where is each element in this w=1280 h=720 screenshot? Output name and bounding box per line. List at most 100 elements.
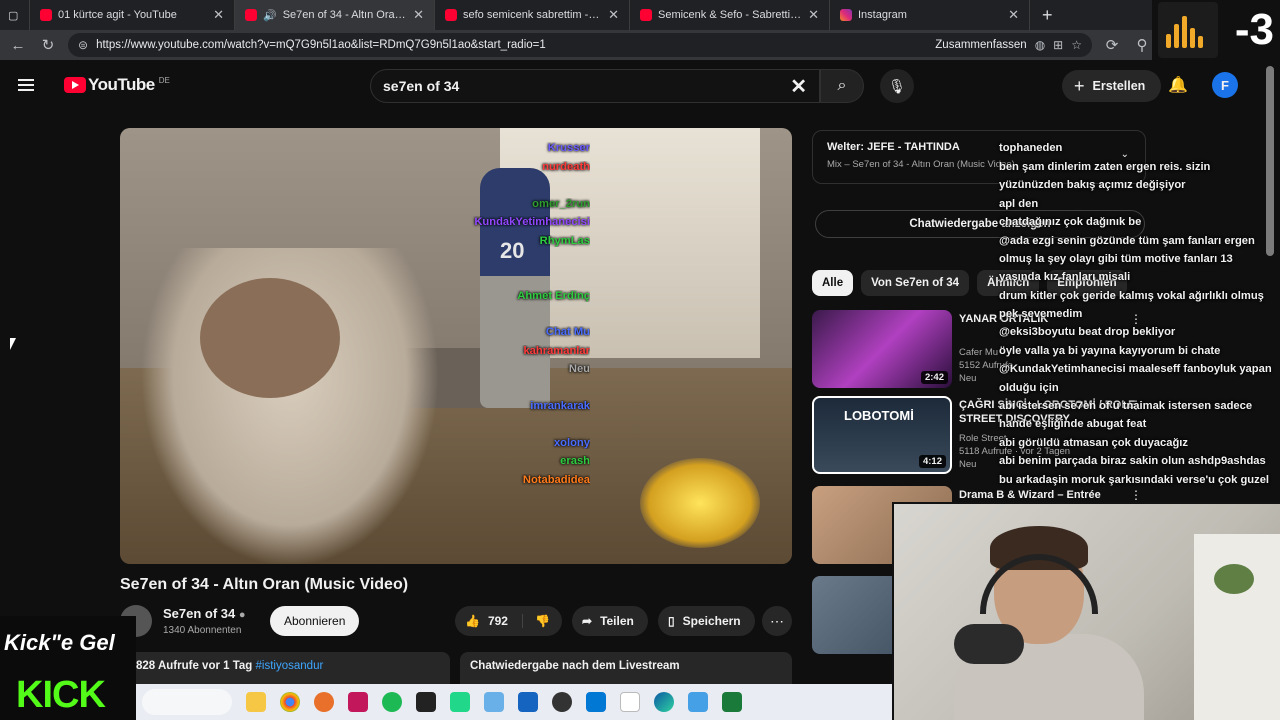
kick-promo-text: Kick"e Gel bbox=[4, 630, 115, 655]
edge-icon[interactable] bbox=[654, 692, 674, 712]
search-icon: ⌕ bbox=[837, 77, 847, 94]
chat-username[interactable]: Chat Mu bbox=[450, 326, 590, 338]
favorite-star-icon[interactable]: ☆ bbox=[1071, 38, 1082, 52]
more-vert-icon[interactable]: ⋮ bbox=[1130, 312, 1142, 326]
speaker-icon[interactable]: 🔊 bbox=[263, 9, 277, 22]
create-label: Erstellen bbox=[1092, 79, 1146, 93]
tab-title: 01 kürtce agit - YouTube bbox=[58, 9, 177, 21]
browser-tab-active[interactable]: 🔊 Se7en of 34 - Altın Oran (Mu ✕ bbox=[235, 0, 435, 30]
youtube-logo[interactable]: YouTube DE bbox=[64, 75, 170, 95]
channel-name[interactable]: Se7en of 34 bbox=[163, 606, 235, 621]
recommendation-thumbnail[interactable]: 2:42 bbox=[812, 310, 952, 388]
taskbar-search[interactable] bbox=[142, 689, 232, 715]
more-vert-icon[interactable]: ⋮ bbox=[1130, 488, 1142, 502]
refresh-extension-icon[interactable]: ⟳ bbox=[1102, 36, 1122, 54]
reload-icon[interactable]: ↻ bbox=[38, 36, 58, 54]
notifications-bell-icon[interactable]: 🔔 bbox=[1168, 75, 1188, 95]
capcut-icon[interactable] bbox=[416, 692, 436, 712]
thumbnail-text: LOBOTOMİ bbox=[844, 408, 914, 423]
create-button[interactable]: + Erstellen bbox=[1062, 70, 1162, 102]
search-button[interactable]: ⌕ bbox=[820, 69, 864, 103]
subscribe-button[interactable]: Abonnieren bbox=[270, 606, 360, 636]
search-input[interactable]: se7en of 34 ✕ bbox=[370, 69, 820, 103]
page-scrollbar[interactable] bbox=[1266, 66, 1274, 256]
chat-username[interactable]: KundakYetimhanecisi bbox=[450, 216, 590, 228]
more-actions-button[interactable]: ⋯ bbox=[762, 606, 792, 636]
chat-username[interactable]: Notabadidea bbox=[450, 474, 590, 486]
document-icon[interactable] bbox=[620, 692, 640, 712]
channel-name-row[interactable]: Se7en of 34 ● bbox=[163, 606, 246, 621]
extensions-icon[interactable]: ⚲ bbox=[1132, 36, 1152, 54]
like-button[interactable]: 👍 792 bbox=[455, 614, 523, 628]
summarize-button[interactable]: Zusammenfassen bbox=[935, 39, 1026, 51]
overlay-counter: -3 bbox=[1234, 5, 1274, 54]
chat-username[interactable]: kahramanlar bbox=[450, 345, 590, 357]
windows-taskbar bbox=[136, 684, 892, 720]
browser-icon[interactable] bbox=[314, 692, 334, 712]
copilot-icon[interactable]: ◍ bbox=[1035, 38, 1045, 52]
address-bar-row: ← ↻ ⊜ https://www.youtube.com/watch?v=mQ… bbox=[0, 30, 1280, 60]
chat-text: apl den bbox=[999, 198, 1039, 210]
chat-username[interactable]: Krusser bbox=[450, 142, 590, 154]
hashtag-link[interactable]: #istiyosandur bbox=[256, 660, 324, 672]
voice-search-button[interactable]: 🎙 bbox=[880, 69, 914, 103]
chrome-icon[interactable] bbox=[280, 692, 300, 712]
security-shield-icon[interactable] bbox=[518, 692, 538, 712]
browser-tab[interactable]: Semicenk & Sefo - Sabrettim (pro ✕ bbox=[630, 0, 830, 30]
chat-username[interactable]: RhymLas bbox=[450, 235, 590, 247]
browser-tab[interactable]: Instagram ✕ bbox=[830, 0, 1030, 30]
chat-text: yaşında kız fanları misali bbox=[999, 271, 1131, 283]
mix-playlist-panel[interactable]: Welter: JEFE - TAHTINDA Mix – Se7en of 3… bbox=[812, 130, 1146, 184]
microphone-icon: 🎙 bbox=[888, 77, 906, 94]
like-count: 792 bbox=[487, 614, 508, 628]
chip-all[interactable]: Alle bbox=[812, 270, 854, 296]
notepad-icon[interactable] bbox=[688, 692, 708, 712]
save-label: Speichern bbox=[682, 614, 741, 628]
chat-text: ben şam dinlerim zaten ergen reis. sizin bbox=[999, 161, 1211, 173]
tab-close-icon[interactable]: ✕ bbox=[808, 7, 819, 23]
recommendation-title[interactable]: Drama B & Wizard – Entrée bbox=[959, 488, 1139, 502]
recommendation-thumbnail[interactable]: LOBOTOMİ 4:12 bbox=[812, 396, 952, 474]
chevron-down-icon[interactable]: ⌄ bbox=[1121, 149, 1129, 160]
chip-from-channel[interactable]: Von Se7en of 34 bbox=[861, 270, 970, 296]
site-info-icon[interactable]: ⊜ bbox=[78, 38, 88, 52]
app-icon[interactable] bbox=[484, 692, 504, 712]
tab-close-icon[interactable]: ✕ bbox=[1008, 7, 1019, 23]
save-button[interactable]: ▯ Speichern bbox=[658, 606, 755, 636]
back-icon[interactable]: ← bbox=[8, 37, 28, 54]
app-icon[interactable] bbox=[722, 692, 742, 712]
account-avatar[interactable]: F bbox=[1212, 72, 1238, 98]
browser-tab[interactable]: 01 kürtce agit - YouTube ✕ bbox=[30, 0, 235, 30]
youtube-favicon-icon bbox=[640, 9, 652, 21]
tab-close-icon[interactable]: ✕ bbox=[608, 7, 619, 23]
spotify-icon[interactable] bbox=[382, 692, 402, 712]
url-text: https://www.youtube.com/watch?v=mQ7G9n5l… bbox=[96, 39, 546, 51]
chat-username[interactable]: imrankarak bbox=[450, 400, 590, 412]
file-explorer-icon[interactable] bbox=[246, 692, 266, 712]
screen: ▢ 01 kürtce agit - YouTube ✕ 🔊 Se7en of … bbox=[0, 0, 1280, 720]
chat-username[interactable]: erash bbox=[450, 455, 590, 467]
app-icon[interactable] bbox=[348, 692, 368, 712]
chat-username[interactable]: nurdeath bbox=[450, 161, 590, 173]
tab-close-icon[interactable]: ✕ bbox=[213, 7, 224, 23]
menu-icon[interactable] bbox=[18, 79, 34, 91]
share-label: Teilen bbox=[600, 614, 634, 628]
apps-icon[interactable]: ⊞ bbox=[1053, 38, 1063, 52]
pycharm-icon[interactable] bbox=[450, 692, 470, 712]
chat-username[interactable]: Neu bbox=[450, 363, 590, 375]
url-field[interactable]: ⊜ https://www.youtube.com/watch?v=mQ7G9n… bbox=[68, 33, 1092, 57]
tab-actions-button[interactable]: ▢ bbox=[0, 0, 30, 30]
clear-search-icon[interactable]: ✕ bbox=[790, 74, 807, 99]
browser-tab[interactable]: sefo semicenk sabrettim - YouTub ✕ bbox=[435, 0, 630, 30]
chat-username[interactable]: Ahmet Erdinç bbox=[450, 290, 590, 302]
obs-icon[interactable] bbox=[552, 692, 572, 712]
share-button[interactable]: ➦ Teilen bbox=[572, 606, 648, 636]
tab-close-icon[interactable]: ✕ bbox=[413, 7, 424, 23]
chat-text: abi istersen se7en of u tnaimak istersen… bbox=[999, 400, 1253, 412]
new-tab-button[interactable]: + bbox=[1030, 5, 1065, 26]
chat-username[interactable]: omer_2run bbox=[450, 198, 590, 210]
chat-text: @ada ezgi senin gözünde tüm şam fanları … bbox=[999, 235, 1255, 247]
vscode-icon[interactable] bbox=[586, 692, 606, 712]
dislike-button[interactable]: 👎 bbox=[523, 614, 562, 628]
chat-username[interactable]: xolony bbox=[450, 437, 590, 449]
